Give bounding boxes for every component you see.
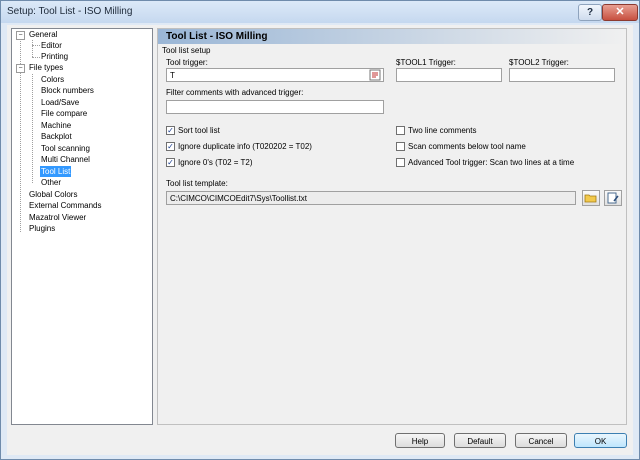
tree-item-file-types[interactable]: File types (28, 62, 64, 73)
tree-item-backplot[interactable]: Backplot (40, 131, 73, 142)
sort-tool-list-label[interactable]: Sort tool list (178, 126, 220, 135)
scan-comments-below-checkbox[interactable] (396, 142, 405, 151)
tool1-trigger-input[interactable] (396, 68, 502, 82)
window-title: Setup: Tool List - ISO Milling (7, 6, 133, 17)
title-bar[interactable]: Setup: Tool List - ISO Milling ? ✕ (1, 1, 639, 23)
tree-connector (32, 57, 40, 58)
tree-connector (32, 74, 33, 183)
panel-title: Tool List - ISO Milling (166, 31, 268, 42)
sort-tool-list-checkbox[interactable]: ✓ (166, 126, 175, 135)
tree-item-tool-scanning[interactable]: Tool scanning (40, 143, 91, 154)
tool-trigger-input[interactable]: T (166, 68, 384, 82)
ignore-zeros-checkbox[interactable]: ✓ (166, 158, 175, 167)
tree-item-editor[interactable]: Editor (40, 40, 63, 51)
advanced-trigger-checkbox[interactable] (396, 158, 405, 167)
tree-item-other[interactable]: Other (40, 177, 62, 188)
tree-item-global-colors[interactable]: Global Colors (28, 189, 78, 200)
scan-comments-below-label[interactable]: Scan comments below tool name (408, 142, 526, 151)
tree-item-tool-list[interactable]: Tool List (40, 166, 72, 177)
tree-item-printing[interactable]: Printing (40, 51, 69, 62)
trigger-editor-icon[interactable] (369, 69, 382, 81)
ignore-duplicate-label[interactable]: Ignore duplicate info (T020202 = T02) (178, 142, 312, 151)
tree-item-block-numbers[interactable]: Block numbers (40, 85, 95, 96)
tree-item-load-save[interactable]: Load/Save (40, 97, 80, 108)
ignore-duplicate-checkbox[interactable]: ✓ (166, 142, 175, 151)
tool1-trigger-label: $TOOL1 Trigger: (396, 58, 456, 67)
help-title-button[interactable]: ? (578, 4, 602, 21)
tool2-trigger-input[interactable] (509, 68, 615, 82)
two-line-comments-checkbox[interactable] (396, 126, 405, 135)
template-path-input[interactable]: C:\CIMCO\CIMCOEdit7\Sys\Toollist.txt (166, 191, 576, 205)
tree-item-colors[interactable]: Colors (40, 74, 65, 85)
tree-item-external-commands[interactable]: External Commands (28, 200, 102, 211)
template-label: Tool list template: (166, 179, 228, 188)
expand-general-icon[interactable]: − (16, 31, 25, 40)
setup-window: Setup: Tool List - ISO Milling ? ✕ − Gen… (0, 0, 640, 460)
expand-file-types-icon[interactable]: − (16, 64, 25, 73)
panel-header: Tool List - ISO Milling (158, 29, 626, 44)
tree-item-multi-channel[interactable]: Multi Channel (40, 154, 91, 165)
help-button[interactable]: Help (395, 433, 445, 448)
tool-trigger-label: Tool trigger: (166, 58, 208, 67)
folder-icon[interactable] (582, 190, 600, 206)
edit-file-icon[interactable] (604, 190, 622, 206)
tree-connector (32, 45, 40, 46)
ok-button[interactable]: OK (574, 433, 627, 448)
filter-comments-label: Filter comments with advanced trigger: (166, 88, 304, 97)
two-line-comments-label[interactable]: Two line comments (408, 126, 476, 135)
tree-item-plugins[interactable]: Plugins (28, 223, 56, 234)
cancel-button[interactable]: Cancel (515, 433, 567, 448)
group-label: Tool list setup (162, 46, 211, 55)
close-button[interactable]: ✕ (602, 4, 638, 21)
tool2-trigger-label: $TOOL2 Trigger: (509, 58, 569, 67)
tree-item-machine[interactable]: Machine (40, 120, 72, 131)
default-button[interactable]: Default (454, 433, 506, 448)
tree-item-file-compare[interactable]: File compare (40, 108, 88, 119)
tree-item-mazatrol-viewer[interactable]: Mazatrol Viewer (28, 212, 87, 223)
settings-panel: Tool List - ISO Milling Tool list setup … (157, 28, 627, 425)
filter-comments-input[interactable] (166, 100, 384, 114)
settings-tree[interactable]: − General Editor Printing − File types C… (11, 28, 153, 425)
tree-item-general[interactable]: General (28, 29, 58, 40)
advanced-trigger-label[interactable]: Advanced Tool trigger: Scan two lines at… (408, 158, 574, 167)
tree-connector (32, 40, 33, 57)
dialog-client: − General Editor Printing − File types C… (7, 25, 633, 455)
ignore-zeros-label[interactable]: Ignore 0's (T02 = T2) (178, 158, 253, 167)
